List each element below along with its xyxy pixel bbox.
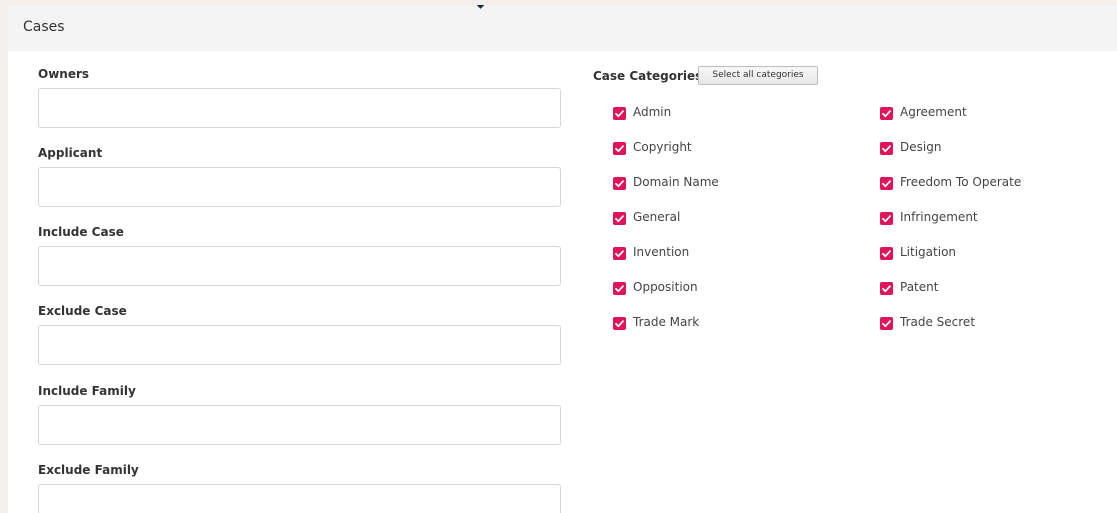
category-label: Agreement [900, 105, 967, 119]
exclude-family-field: Exclude Family [38, 463, 561, 513]
checkbox-checked-icon[interactable] [880, 212, 893, 225]
include-family-input[interactable] [38, 405, 561, 445]
applicant-label: Applicant [38, 146, 103, 160]
cases-panel: Cases Owners Applicant Include Case Excl… [8, 5, 1117, 513]
category-label: Copyright [633, 140, 692, 154]
owners-field: Owners [38, 67, 561, 128]
category-label: Admin [633, 105, 672, 119]
include-family-label: Include Family [38, 384, 136, 398]
select-all-categories-button[interactable]: Select all categories [698, 66, 818, 85]
exclude-family-label: Exclude Family [38, 463, 139, 477]
checkbox-checked-icon[interactable] [880, 282, 893, 295]
include-case-input[interactable] [38, 246, 561, 286]
category-label: Patent [900, 280, 939, 294]
category-label: Trade Mark [633, 315, 700, 329]
checkbox-checked-icon[interactable] [880, 317, 893, 330]
checkbox-checked-icon[interactable] [613, 177, 626, 190]
category-label: Trade Secret [900, 315, 976, 329]
category-label: General [633, 210, 681, 224]
category-label: Litigation [900, 245, 957, 259]
category-label: Design [900, 140, 942, 154]
owners-input[interactable] [38, 88, 561, 128]
checkbox-checked-icon[interactable] [880, 247, 893, 260]
category-label: Freedom To Operate [900, 175, 1022, 189]
category-label: Domain Name [633, 175, 719, 189]
checkbox-checked-icon[interactable] [880, 107, 893, 120]
checkbox-checked-icon[interactable] [613, 142, 626, 155]
exclude-family-input[interactable] [38, 484, 561, 513]
checkbox-checked-icon[interactable] [613, 212, 626, 225]
checkbox-checked-icon[interactable] [613, 107, 626, 120]
owners-label: Owners [38, 67, 90, 81]
category-label: Infringement [900, 210, 978, 224]
checkbox-checked-icon[interactable] [880, 142, 893, 155]
category-label: Invention [633, 245, 690, 259]
exclude-case-input[interactable] [38, 325, 561, 365]
case-categories-title: Case Categories [593, 69, 703, 83]
panel-header: Cases [8, 5, 1117, 51]
category-label: Opposition [633, 280, 698, 294]
include-case-label: Include Case [38, 225, 124, 239]
checkbox-checked-icon[interactable] [613, 317, 626, 330]
exclude-case-label: Exclude Case [38, 304, 127, 318]
checkbox-checked-icon[interactable] [613, 247, 626, 260]
include-family-field: Include Family [38, 384, 561, 445]
checkbox-checked-icon[interactable] [880, 177, 893, 190]
exclude-case-field: Exclude Case [38, 304, 561, 365]
panel-title: Cases [23, 19, 65, 35]
checkbox-checked-icon[interactable] [613, 282, 626, 295]
applicant-input[interactable] [38, 167, 561, 207]
include-case-field: Include Case [38, 225, 561, 286]
applicant-field: Applicant [38, 146, 561, 207]
